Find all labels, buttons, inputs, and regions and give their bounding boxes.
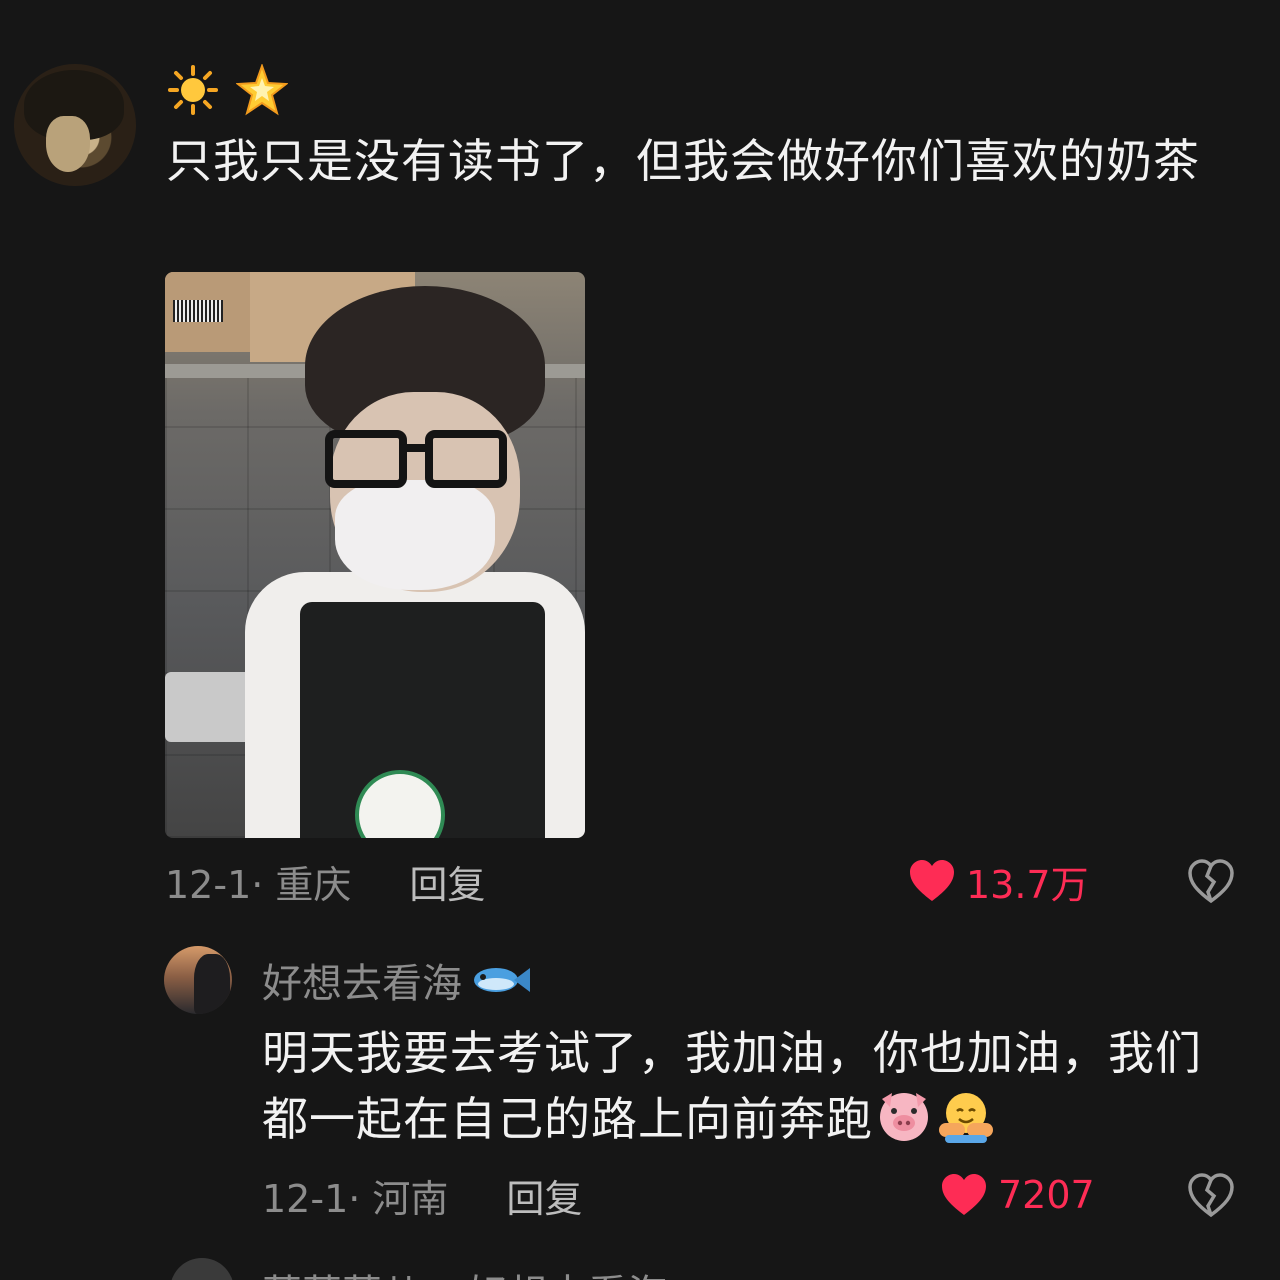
- commenter-nickname[interactable]: [168, 62, 288, 118]
- like-count: 7207: [998, 1173, 1095, 1217]
- reply-meta: 12-1· 河南 回复: [262, 1164, 582, 1226]
- replier-nickname: 好想去看海: [262, 961, 462, 1007]
- reply-button[interactable]: 回复: [506, 1168, 582, 1223]
- heart-icon: [910, 860, 954, 901]
- commenter-avatar[interactable]: [14, 64, 136, 186]
- broken-heart-icon[interactable]: [1186, 856, 1236, 906]
- fish-icon: [474, 968, 530, 992]
- next-reply-nickname[interactable]: 萧萧萧儿 ▸ 好想去看海: [262, 1262, 668, 1280]
- reply-date-location: 12-1· 河南: [262, 1176, 449, 1221]
- hugging-face-icon: [939, 1093, 993, 1143]
- heart-icon: [942, 1174, 986, 1215]
- pig-face-icon: [880, 1093, 928, 1141]
- like-count: 13.7万: [966, 862, 1089, 907]
- comment-meta: 12-1· 重庆 回复: [165, 850, 485, 912]
- glowing-star-icon: [236, 64, 288, 116]
- like-button[interactable]: 7207: [940, 1164, 1095, 1226]
- reply-button[interactable]: 回复: [409, 854, 485, 909]
- reply-text: 明天我要去考试了，我加油，你也加油，我们都一起在自己的路上向前奔跑: [262, 1026, 1202, 1146]
- like-button[interactable]: 13.7万: [908, 850, 1089, 912]
- replier-avatar[interactable]: [164, 946, 232, 1014]
- comment-photo[interactable]: [165, 272, 585, 838]
- sun-icon: [168, 65, 218, 115]
- replier-nickname-row[interactable]: 好想去看海: [262, 950, 532, 1010]
- next-replier-avatar[interactable]: [170, 1258, 234, 1280]
- broken-heart-icon[interactable]: [1186, 1170, 1236, 1220]
- comment-text: 只我只是没有读书了，但我会做好你们喜欢的奶茶: [166, 134, 1200, 188]
- comment-date-location: 12-1· 重庆: [165, 862, 352, 907]
- comment-section: 只我只是没有读书了，但我会做好你们喜欢的奶茶 12-1· 重庆 回复 13.7万…: [0, 0, 1280, 1280]
